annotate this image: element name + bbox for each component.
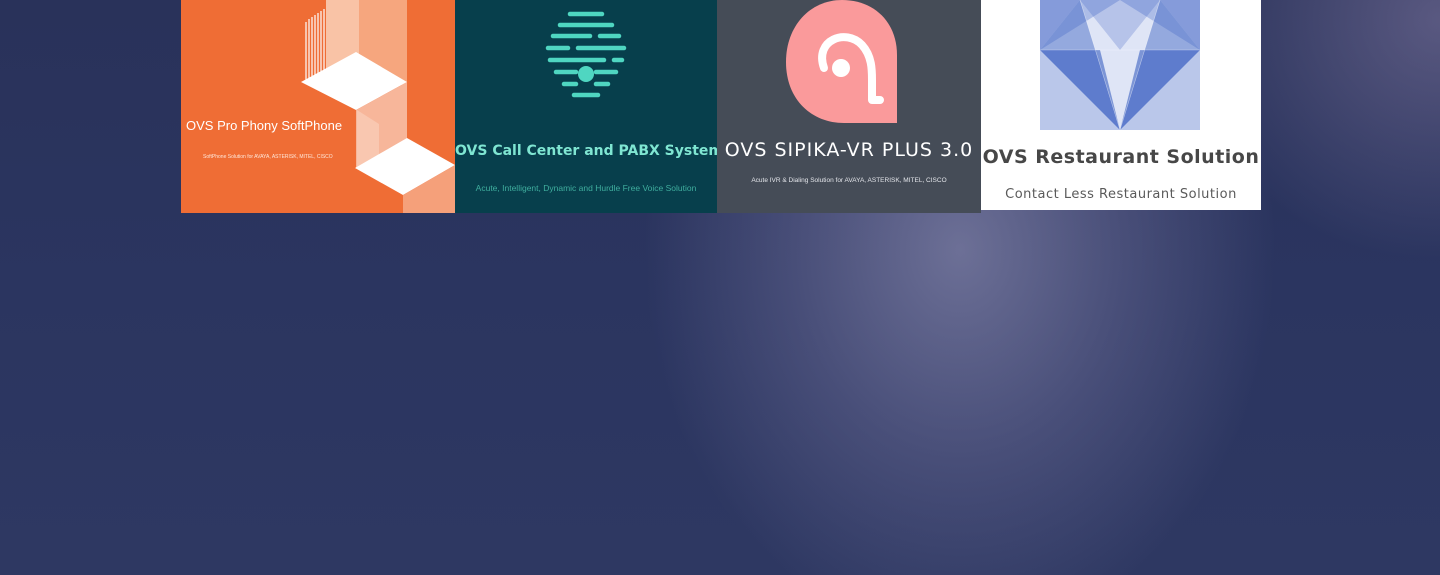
product-subtitle: Contact Less Restaurant Solution [1005,187,1237,202]
product-title: OVS Call Center and PABX System [455,143,717,159]
product-card-sipika[interactable]: OVS SIPIKA-VR PLUS 3.0 Acute IVR & Diali… [717,0,981,213]
product-title: OVS Restaurant Solution [982,146,1260,168]
product-card-call-center[interactable]: OVS Call Center and PABX System Acute, I… [455,0,717,213]
product-card-pro-phony[interactable]: OVS Pro Phony SoftPhone SoftPhone Soluti… [181,0,455,213]
pink-drop-icon [786,0,897,123]
product-title: OVS Pro Phony SoftPhone [186,118,343,133]
beehive-icon [545,11,627,98]
product-card-restaurant[interactable]: OVS Restaurant Solution Contact Less Res… [981,0,1261,210]
product-subtitle: Acute, Intelligent, Dynamic and Hurdle F… [475,183,697,193]
product-strip: OVS Pro Phony SoftPhone SoftPhone Soluti… [181,0,1261,213]
product-subtitle: Acute IVR & Dialing Solution for AVAYA, … [751,177,947,184]
product-subtitle: SoftPhone Solution for AVAYA, ASTERISK, … [203,154,333,160]
blue-geometric-icon [1040,0,1200,130]
isometric-blocks-icon [301,0,455,213]
product-title: OVS SIPIKA-VR PLUS 3.0 [724,139,974,161]
